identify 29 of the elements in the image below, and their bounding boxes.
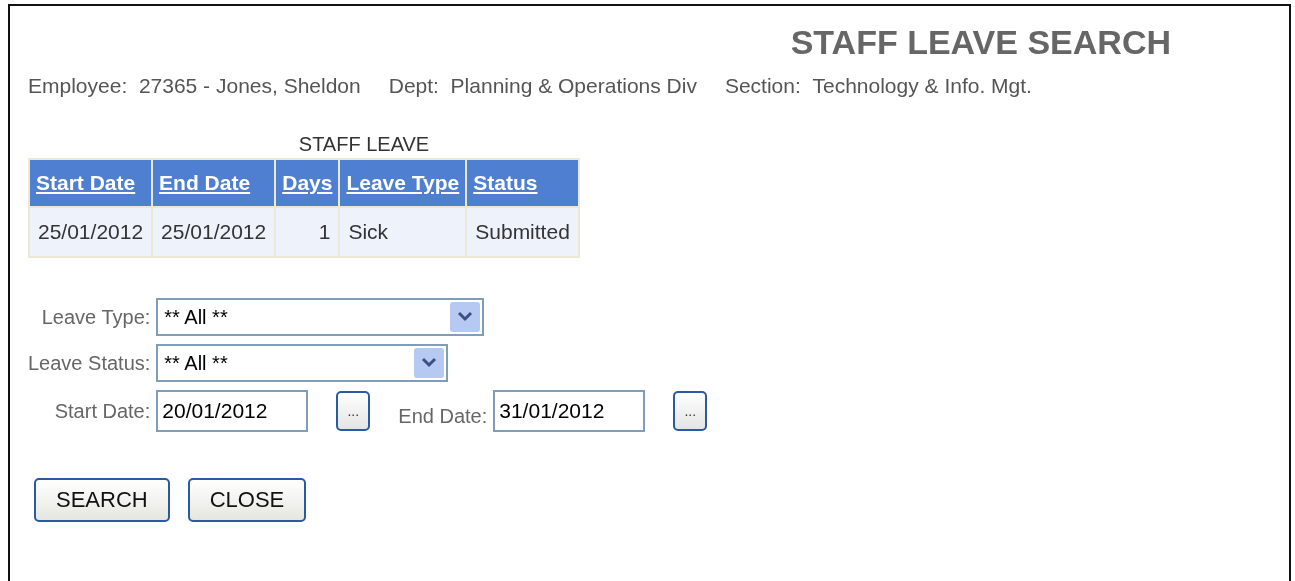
info-text: Section: Technology & Info. Mgt.	[724, 74, 1032, 98]
table-cell: Submitted	[466, 207, 579, 257]
action-button[interactable]: SEARCH	[34, 478, 170, 522]
leave-type-dropdown[interactable]: ** All **	[156, 298, 485, 336]
page-title: STAFF LEAVE SEARCH	[789, 22, 1171, 63]
sort-link[interactable]: Days	[282, 171, 333, 194]
calendar-button[interactable]: ...	[336, 391, 371, 431]
sort-link[interactable]: End Date	[159, 171, 251, 194]
table-cell: Sick	[339, 207, 467, 257]
table-cell: 25/01/2012	[152, 207, 276, 257]
info-text: Employee: 27365 - Jones, Sheldon	[28, 74, 361, 98]
end-date-field[interactable]: 31/01/2012	[493, 390, 646, 432]
table-cell: 1	[275, 207, 340, 257]
leave-status-dropdown[interactable]: ** All **	[156, 344, 449, 382]
sort-link[interactable]: Status	[473, 171, 538, 194]
sort-link[interactable]: Start Date	[36, 171, 136, 194]
field-label: End Date:	[398, 404, 488, 428]
chevron-down-icon[interactable]	[414, 348, 445, 378]
start-date-field[interactable]: 20/01/2012	[156, 390, 309, 432]
table-caption: STAFF LEAVE	[297, 132, 431, 156]
info-text: Dept: Planning & Operations Div	[388, 74, 697, 98]
field-label: Start Date:	[53, 399, 151, 423]
action-button[interactable]: CLOSE	[187, 478, 307, 522]
sort-link[interactable]: Leave Type	[346, 171, 460, 194]
chevron-down-icon[interactable]	[450, 302, 481, 332]
field-label: Leave Status:	[28, 351, 151, 375]
table-cell: 25/01/2012	[29, 207, 153, 257]
calendar-button[interactable]: ...	[673, 391, 708, 431]
field-label: Leave Type:	[40, 305, 151, 329]
